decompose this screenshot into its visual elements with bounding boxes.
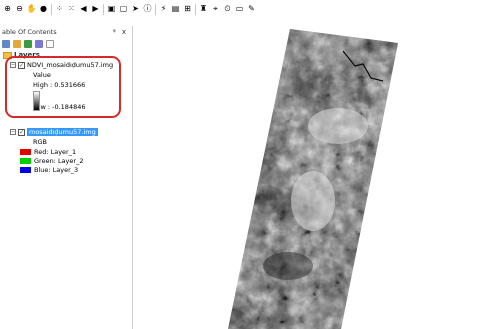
layer-mosaic-name[interactable]: mosaidıḍumu57.img <box>27 128 98 136</box>
toc-title: able Of Contents <box>2 27 57 36</box>
blue-band-label: Blue: Layer_3 <box>34 166 79 174</box>
list-by-source-icon[interactable] <box>13 39 21 48</box>
editor-icon[interactable]: ✎ <box>246 3 257 15</box>
forward-extent-icon[interactable]: ▶ <box>90 3 101 15</box>
zoom-in-icon[interactable]: ⊕ <box>2 3 13 15</box>
legend-rgb-label: RGB <box>33 138 48 146</box>
clear-selection-icon[interactable]: ▢ <box>118 3 129 15</box>
select-elements-icon[interactable]: ➤ <box>130 3 141 15</box>
red-band-label: Red: Layer_1 <box>34 148 77 156</box>
layer-visibility-checkbox[interactable]: ✓ <box>18 128 25 136</box>
satellite-image-icon <box>228 29 398 329</box>
toc-window-controls[interactable]: ᵠ x <box>113 28 128 36</box>
green-band-label: Green: Layer_2 <box>34 157 84 165</box>
find-icon[interactable]: ♜ <box>198 3 209 15</box>
html-popup-icon[interactable]: ▤ <box>170 3 181 15</box>
hyperlink-icon[interactable]: ⚡ <box>158 3 169 15</box>
list-by-drawing-order-icon[interactable] <box>2 39 10 48</box>
zoom-out-icon[interactable]: ⊖ <box>14 3 25 15</box>
raster-strip <box>228 29 398 329</box>
toolbar-separator <box>195 3 196 15</box>
red-band-swatch <box>20 149 31 155</box>
toc-title-bar: able Of Contents ᵠ x <box>0 26 132 37</box>
go-to-xy-icon[interactable]: ⌖ <box>210 3 221 15</box>
toolbar-separator <box>103 3 104 15</box>
back-extent-icon[interactable]: ◀ <box>78 3 89 15</box>
annotation-highlight <box>5 56 121 118</box>
options-icon[interactable] <box>46 39 54 48</box>
time-slider-icon[interactable]: ⏲ <box>222 3 233 15</box>
toolbar-buttons: ⊕ ⊖ ✋ ● ⁘ ⁙ ◀ ▶ ▣ ▢ ➤ ⓘ ⚡ ▤ ⊞ ♜ ⌖ ⏲ ▭ ✎ <box>2 3 257 15</box>
green-band-swatch <box>20 158 31 164</box>
measure-icon[interactable]: ⊞ <box>182 3 193 15</box>
map-view[interactable] <box>133 26 480 329</box>
toc-toolbar <box>2 38 54 49</box>
full-extent-icon[interactable]: ● <box>38 3 49 15</box>
layer-mosaic-row[interactable]: − ✓ mosaidıḍumu57.img <box>10 128 98 136</box>
list-by-visibility-icon[interactable] <box>24 39 32 48</box>
blue-band-swatch <box>20 167 31 173</box>
toolbar-separator <box>51 3 52 15</box>
collapse-icon[interactable]: − <box>10 129 16 135</box>
pan-icon[interactable]: ✋ <box>26 3 37 15</box>
select-features-icon[interactable]: ▣ <box>106 3 117 15</box>
fixed-zoom-in-icon[interactable]: ⁘ <box>54 3 65 15</box>
list-by-selection-icon[interactable] <box>35 39 43 48</box>
tools-toolbar: ⊕ ⊖ ✋ ● ⁘ ⁙ ◀ ▶ ▣ ▢ ➤ ⓘ ⚡ ▤ ⊞ ♜ ⌖ ⏲ ▭ ✎ <box>0 0 480 18</box>
identify-icon[interactable]: ⓘ <box>142 3 153 15</box>
create-viewer-icon[interactable]: ▭ <box>234 3 245 15</box>
fixed-zoom-out-icon[interactable]: ⁙ <box>66 3 77 15</box>
toolbar-separator <box>155 3 156 15</box>
